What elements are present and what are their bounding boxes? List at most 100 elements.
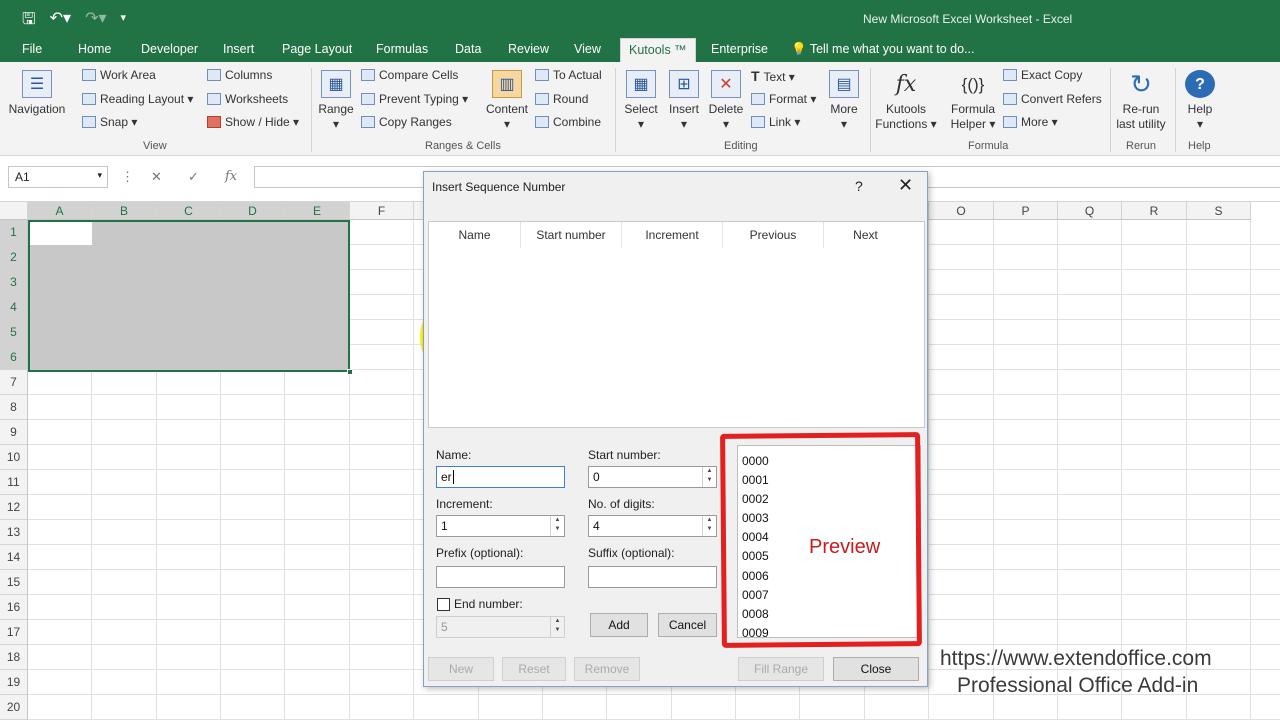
remove-button[interactable]: Remove: [574, 657, 640, 681]
close-button[interactable]: Close: [833, 657, 919, 681]
worksheets-button[interactable]: Worksheets: [207, 92, 288, 106]
help-button[interactable]: ? Help ▾: [1180, 70, 1220, 132]
work-area-button[interactable]: Work Area: [82, 68, 156, 82]
increment-spinner[interactable]: ▲ ▼: [550, 516, 564, 536]
reset-button[interactable]: Reset: [502, 657, 566, 681]
more-formula-button[interactable]: More ▾: [1003, 115, 1058, 129]
columns-button[interactable]: Columns: [207, 68, 272, 82]
sequence-list[interactable]: Name Start number Increment Previous Nex…: [428, 221, 925, 428]
insert-function-icon[interactable]: fx: [225, 169, 237, 184]
tab-developer[interactable]: Developer: [141, 42, 198, 56]
undo-icon[interactable]: ↶▾: [50, 8, 71, 35]
end-number-spinner[interactable]: ▲ ▼: [550, 617, 564, 637]
select-all-corner[interactable]: [0, 202, 28, 220]
combine-button[interactable]: Combine: [535, 115, 601, 129]
formula-helper-button[interactable]: {()} Formula Helper ▾: [946, 70, 1000, 132]
column-header-f[interactable]: F: [350, 202, 414, 220]
navigation-button[interactable]: ☰ Navigation: [6, 70, 68, 117]
reading-layout-button[interactable]: Reading Layout ▾: [82, 92, 193, 106]
tab-enterprise[interactable]: Enterprise: [711, 42, 768, 56]
exact-copy-button[interactable]: Exact Copy: [1003, 68, 1082, 82]
row-header-14[interactable]: 14: [0, 545, 28, 570]
prevent-typing-button[interactable]: Prevent Typing ▾: [361, 92, 468, 106]
range-button[interactable]: ▦ Range ▾: [316, 70, 356, 132]
end-number-input[interactable]: 5 ▲ ▼: [436, 616, 565, 638]
tab-file[interactable]: File: [22, 42, 42, 56]
link-button[interactable]: Link ▾: [751, 115, 800, 129]
save-icon[interactable]: 🖫: [22, 8, 36, 35]
column-header-a[interactable]: A: [28, 202, 92, 220]
round-button[interactable]: Round: [535, 92, 588, 106]
format-button[interactable]: Format ▾: [751, 92, 816, 106]
column-header-e[interactable]: E: [285, 202, 350, 220]
list-header-increment[interactable]: Increment: [622, 222, 723, 248]
list-header-start-number[interactable]: Start number: [521, 222, 622, 248]
digits-input[interactable]: 4 ▲ ▼: [588, 515, 717, 537]
increment-input[interactable]: 1 ▲ ▼: [436, 515, 565, 537]
fill-range-button[interactable]: Fill Range: [738, 657, 824, 681]
row-header-7[interactable]: 7: [0, 370, 28, 395]
to-actual-button[interactable]: To Actual: [535, 68, 602, 82]
list-header-previous[interactable]: Previous: [723, 222, 824, 248]
copy-ranges-button[interactable]: Copy Ranges: [361, 115, 452, 129]
tab-home[interactable]: Home: [78, 42, 111, 56]
compare-cells-button[interactable]: Compare Cells: [361, 68, 458, 82]
rerun-button[interactable]: ↻ Re-run last utility: [1112, 70, 1170, 132]
tab-data[interactable]: Data: [455, 42, 481, 56]
start-number-spinner[interactable]: ▲ ▼: [702, 467, 716, 487]
row-header-15[interactable]: 15: [0, 570, 28, 595]
enter-check-icon[interactable]: ✓: [188, 169, 199, 185]
tab-formulas[interactable]: Formulas: [376, 42, 428, 56]
row-header-17[interactable]: 17: [0, 620, 28, 645]
list-header-name[interactable]: Name: [429, 222, 521, 248]
row-header-8[interactable]: 8: [0, 395, 28, 420]
name-input[interactable]: er: [436, 466, 565, 488]
digits-spinner[interactable]: ▲ ▼: [702, 516, 716, 536]
column-header-q[interactable]: Q: [1058, 202, 1122, 220]
start-number-input[interactable]: 0 ▲ ▼: [588, 466, 717, 488]
row-header-5[interactable]: 5: [0, 320, 28, 345]
column-header-d[interactable]: D: [221, 202, 285, 220]
active-cell-a1[interactable]: [30, 222, 92, 245]
select-button[interactable]: ▦ Select ▾: [621, 70, 661, 132]
tab-page-layout[interactable]: Page Layout: [282, 42, 352, 56]
cancel-button[interactable]: Cancel: [658, 613, 717, 637]
row-header-12[interactable]: 12: [0, 495, 28, 520]
row-header-18[interactable]: 18: [0, 645, 28, 670]
row-header-13[interactable]: 13: [0, 520, 28, 545]
row-header-19[interactable]: 19: [0, 670, 28, 695]
row-header-9[interactable]: 9: [0, 420, 28, 445]
cancel-entry-icon[interactable]: ✕: [151, 169, 162, 185]
fill-handle[interactable]: [347, 369, 353, 375]
tell-me-box[interactable]: 💡 Tell me what you want to do...: [791, 42, 974, 57]
row-header-11[interactable]: 11: [0, 470, 28, 495]
dialog-close-icon[interactable]: ✕: [898, 175, 913, 196]
row-header-10[interactable]: 10: [0, 445, 28, 470]
column-header-b[interactable]: B: [92, 202, 157, 220]
name-box[interactable]: A1 ▾: [8, 166, 108, 188]
new-button[interactable]: New: [428, 657, 494, 681]
tab-review[interactable]: Review: [508, 42, 549, 56]
dialog-help-icon[interactable]: ?: [855, 178, 863, 194]
row-header-3[interactable]: 3: [0, 270, 28, 295]
suffix-input[interactable]: [588, 566, 717, 588]
row-header-20[interactable]: 20: [0, 695, 28, 720]
content-button[interactable]: ▥ Content ▾: [484, 70, 530, 132]
chevron-down-icon[interactable]: ▾: [97, 170, 102, 181]
column-header-c[interactable]: C: [157, 202, 221, 220]
row-header-6[interactable]: 6: [0, 345, 28, 370]
row-header-1[interactable]: 1: [0, 220, 28, 245]
column-header-s[interactable]: S: [1187, 202, 1251, 220]
customize-qat-icon[interactable]: ▾: [121, 8, 127, 35]
snap-button[interactable]: Snap ▾: [82, 115, 137, 129]
redo-icon[interactable]: ↷▾: [85, 8, 106, 35]
column-header-r[interactable]: R: [1122, 202, 1187, 220]
convert-refers-button[interactable]: Convert Refers: [1003, 92, 1102, 106]
row-header-2[interactable]: 2: [0, 245, 28, 270]
end-number-checkbox[interactable]: [437, 598, 450, 611]
kutools-functions-button[interactable]: fx Kutools Functions ▾: [874, 70, 938, 132]
list-header-next[interactable]: Next: [824, 222, 907, 248]
delete-button[interactable]: ✕ Delete ▾: [706, 70, 746, 132]
row-header-4[interactable]: 4: [0, 295, 28, 320]
text-button[interactable]: T Text ▾: [751, 68, 795, 84]
